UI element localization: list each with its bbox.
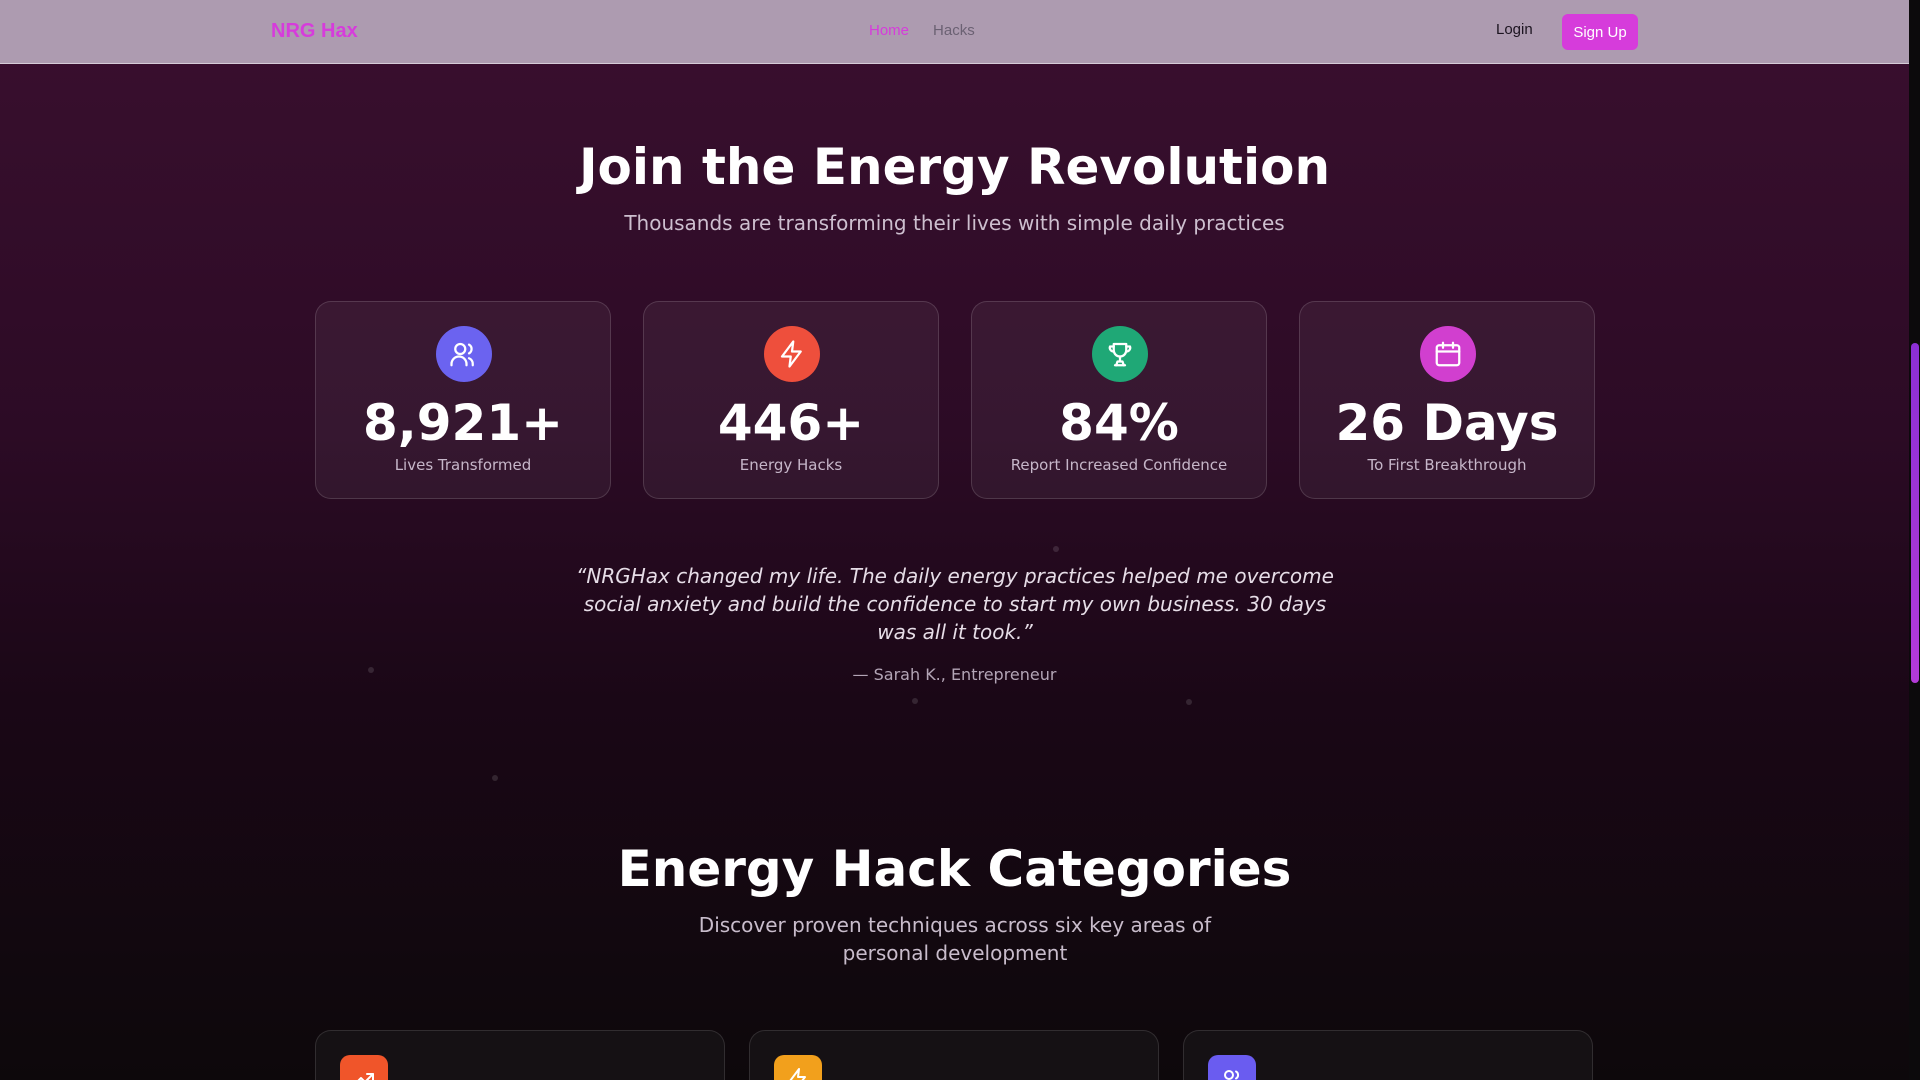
page: NRG Hax Home Hacks Login Sign Up Join th…	[0, 0, 1909, 1080]
decorative-dot	[1186, 699, 1192, 705]
category-card[interactable]	[315, 1030, 725, 1080]
nav-link-hacks[interactable]: Hacks	[933, 22, 975, 39]
decorative-dot	[912, 698, 918, 704]
stat-card-lives: 8,921+ Lives Transformed	[315, 301, 611, 499]
stat-value: 26 Days	[1335, 394, 1559, 452]
stat-label: Energy Hacks	[739, 456, 843, 474]
testimonial-author: — Sarah K., Entrepreneur	[852, 665, 1057, 684]
category-cards	[315, 1030, 1593, 1080]
categories-title: Energy Hack Categories	[617, 840, 1292, 898]
hero-title: Join the Energy Revolution	[578, 138, 1331, 196]
category-card[interactable]	[1183, 1030, 1593, 1080]
users-icon	[436, 326, 492, 382]
lightning-icon	[774, 1055, 822, 1080]
stat-label: Report Increased Confidence	[1010, 456, 1228, 474]
stat-label: Lives Transformed	[394, 456, 532, 474]
stat-value: 8,921+	[362, 394, 564, 452]
stat-value: 446+	[717, 394, 865, 452]
hero-subtitle: Thousands are transforming their lives w…	[624, 211, 1285, 235]
login-button[interactable]: Login	[1496, 21, 1533, 38]
decorative-dot	[1053, 546, 1059, 552]
decorative-dot	[492, 775, 498, 781]
trophy-icon	[1092, 326, 1148, 382]
stats-grid: 8,921+ Lives Transformed 446+ Energy Hac…	[315, 301, 1595, 499]
stat-label: To First Breakthrough	[1367, 456, 1527, 474]
navbar: NRG Hax Home Hacks Login Sign Up	[0, 0, 1909, 64]
category-card[interactable]	[749, 1030, 1159, 1080]
scrollbar-thumb[interactable]	[1911, 343, 1919, 683]
testimonial-quote: “NRGHax changed my life. The daily energ…	[576, 564, 1334, 644]
stat-value: 84%	[1059, 394, 1179, 452]
nav-links: Home Hacks	[869, 22, 975, 39]
stat-card-confidence: 84% Report Increased Confidence	[971, 301, 1267, 499]
stat-card-breakthrough: 26 Days To First Breakthrough	[1299, 301, 1595, 499]
lightning-icon	[764, 326, 820, 382]
brand-logo[interactable]: NRG Hax	[271, 20, 358, 43]
nav-link-home[interactable]: Home	[869, 22, 909, 39]
trending-up-icon	[340, 1055, 388, 1080]
users-icon	[1208, 1055, 1256, 1080]
calendar-icon	[1420, 326, 1476, 382]
stat-card-hacks: 446+ Energy Hacks	[643, 301, 939, 499]
signup-button[interactable]: Sign Up	[1562, 14, 1638, 50]
categories-subtitle: Discover proven techniques across six ke…	[698, 913, 1212, 965]
